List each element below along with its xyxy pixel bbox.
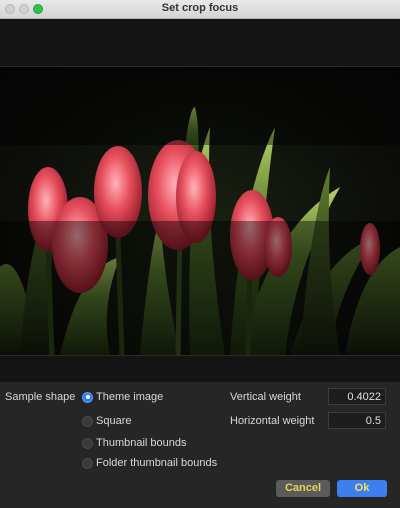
radio-thumbnail-bounds[interactable]: Thumbnail bounds [82, 436, 187, 450]
radio-theme-image[interactable]: Theme image [82, 390, 163, 404]
crop-canvas[interactable] [0, 19, 400, 382]
crop-shade-bottom [0, 221, 400, 355]
crop-focus-form: Sample shape Theme image Square Thumbnai… [0, 382, 400, 508]
radio-label: Square [96, 415, 132, 427]
radio-button[interactable] [82, 457, 93, 469]
radio-button[interactable] [82, 437, 93, 449]
radio-label: Folder thumbnail bounds [96, 457, 218, 469]
radio-label: Theme image [96, 391, 164, 403]
radio-folder-thumbnail-bounds[interactable]: Folder thumbnail bounds [82, 456, 217, 470]
horizontal-weight-field[interactable]: 0.5 [328, 412, 386, 429]
sample-shape-label: Sample shape [5, 391, 76, 403]
radio-button-selected[interactable] [82, 391, 93, 403]
radio-label: Thumbnail bounds [96, 437, 187, 449]
window-title: Set crop focus [161, 2, 239, 14]
vertical-weight-field[interactable]: 0.4022 [328, 388, 386, 405]
cancel-button[interactable]: Cancel [276, 480, 330, 497]
ok-button[interactable]: Ok [337, 480, 387, 497]
title-bar: Set crop focus [0, 0, 400, 19]
crop-shade-top [0, 67, 400, 145]
tulip-photo [0, 66, 400, 356]
radio-square[interactable]: Square [82, 414, 131, 428]
vertical-weight-label: Vertical weight [230, 391, 301, 403]
horizontal-weight-label: Horizontal weight [230, 415, 315, 427]
radio-button[interactable] [82, 415, 93, 427]
